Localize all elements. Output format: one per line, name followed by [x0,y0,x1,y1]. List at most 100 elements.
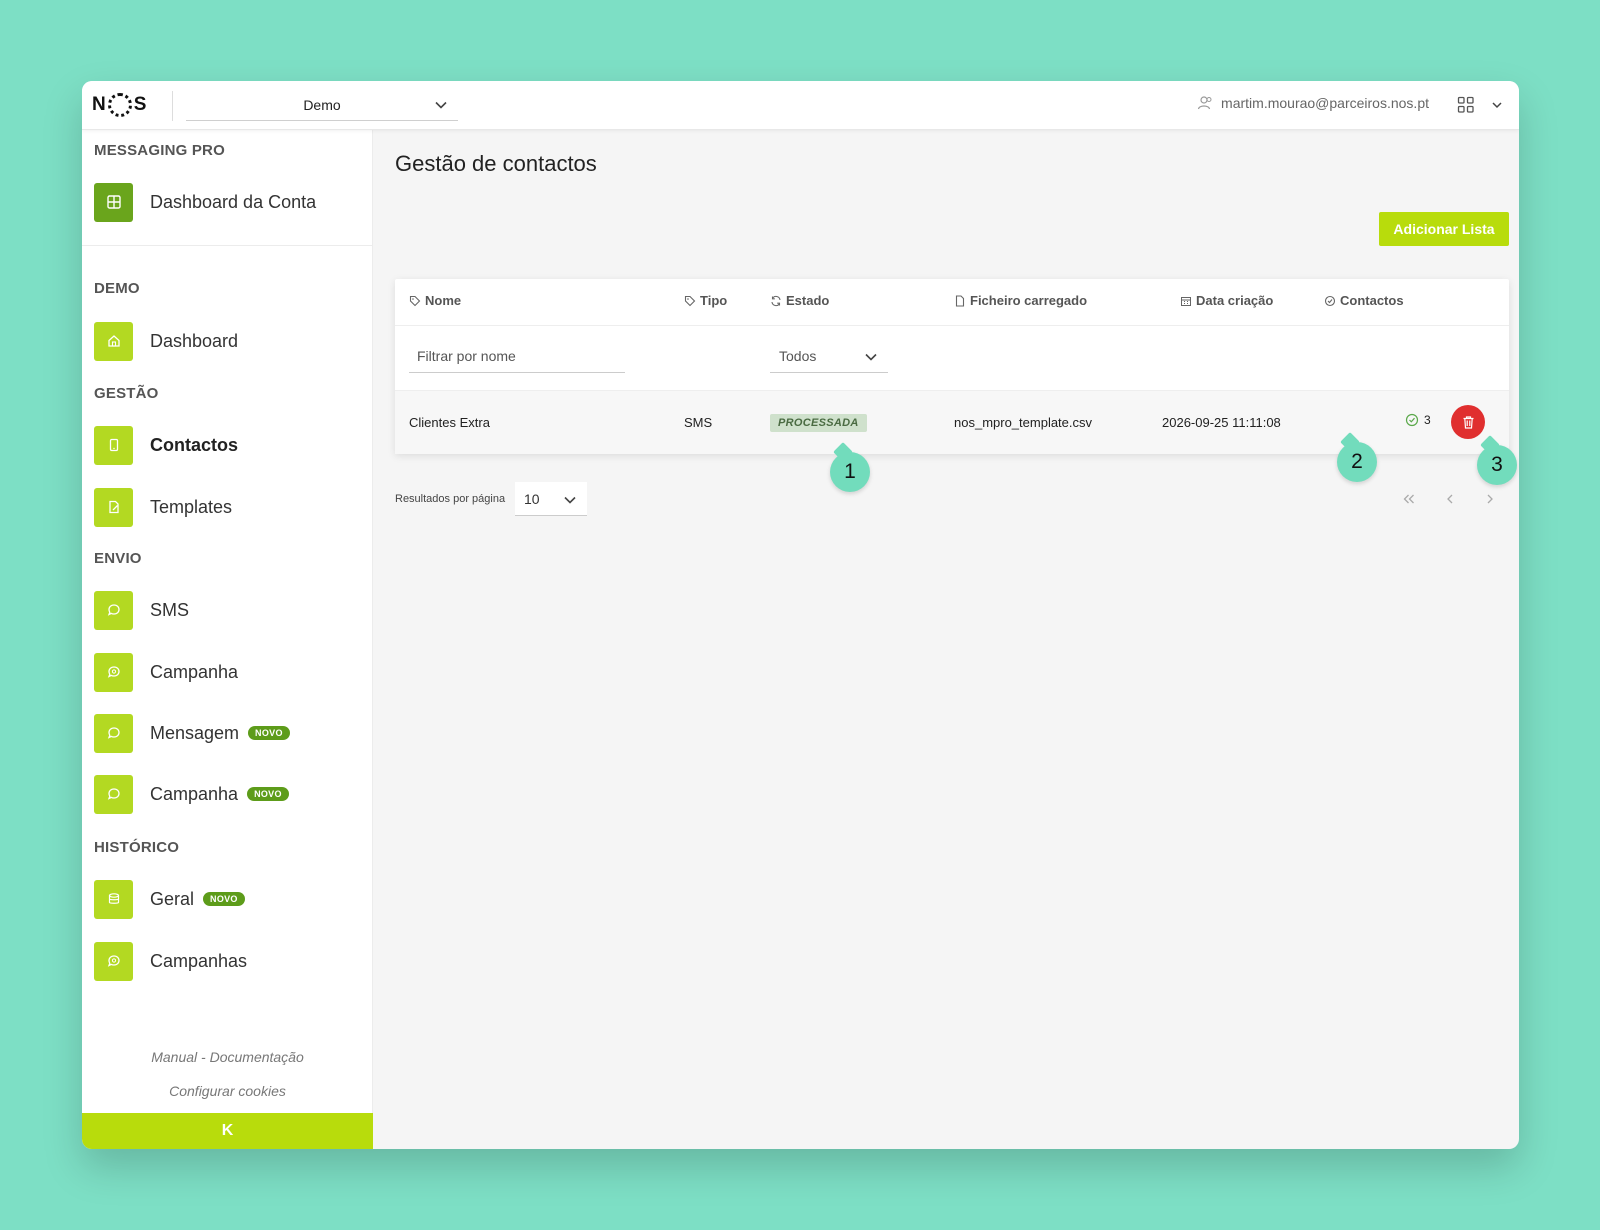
top-bar: N S Demo martim.mourao@parceiros.nos.pt [82,81,1519,130]
column-header-ficheiro[interactable]: Ficheiro carregado [954,293,1087,308]
column-header-label: Data criação [1196,293,1274,308]
column-header-nome[interactable]: Nome [409,293,461,308]
tag-icon [409,295,421,306]
previous-page-button[interactable] [1438,487,1462,511]
callout-marker-3: 3 [1477,445,1517,485]
file-icon [955,294,965,307]
section-messaging-pro: MESSAGING PRO [94,142,225,159]
sidebar-item-campanhas[interactable]: Campanhas [94,941,247,981]
app-window: N S Demo martim.mourao@parceiros.nos.pt … [82,81,1519,1149]
sidebar-item-label: Dashboard da Conta [150,191,317,212]
row-name: Clientes Extra [409,415,490,430]
first-page-button[interactable] [1397,487,1421,511]
row-date: 2026-09-25 11:11:08 [1162,415,1281,430]
sidebar-divider [82,245,372,246]
callout-marker-1: 1 [830,452,870,492]
state-filter-value: Todos [779,347,817,364]
phone-icon [94,425,133,465]
user-menu-chevron-icon[interactable] [1491,99,1503,111]
manual-link[interactable]: Manual - Documentação [82,1049,373,1065]
refresh-icon [771,295,781,306]
trash-icon [1463,415,1473,429]
sidebar-item-label: Campanha [150,661,239,682]
chat-search-icon [94,941,133,981]
chat-bubble-icon [94,590,133,630]
double-chevron-left-icon [1403,494,1414,504]
sidebar-item-label: Dashboard [150,330,239,351]
sidebar-item-geral[interactable]: Geral NOVO [94,879,245,919]
page-title: Gestão de contactos [395,151,597,176]
chat-search-icon [94,652,133,692]
sidebar-item-label: Geral [150,888,195,909]
grid-icon [94,182,133,222]
sidebar-item-campanha[interactable]: Campanha [94,652,238,692]
edit-document-icon [94,487,133,527]
chat-bubble-icon [94,774,133,814]
sidebar-item-label: Campanha [150,783,239,804]
state-filter-select[interactable]: Todos [770,339,888,373]
row-type: SMS [684,415,713,430]
sidebar-item-dashboard[interactable]: Dashboard [94,321,238,361]
section-historico: HISTÓRICO [94,839,180,856]
collapse-icon: K [221,1122,234,1139]
column-header-estado[interactable]: Estado [770,293,829,308]
contacts-table: Nome Tipo Estado Ficheiro carregado Data… [395,279,1509,454]
home-icon [94,321,133,361]
section-demo: DEMO [94,280,140,297]
cookies-link[interactable]: Configurar cookies [82,1083,373,1099]
column-header-label: Tipo [700,293,728,308]
column-header-data[interactable]: Data criação [1180,293,1273,308]
new-badge: NOVO [248,726,290,740]
chevron-right-icon [1487,494,1493,504]
topbar-divider [172,91,173,121]
column-header-label: Ficheiro carregado [970,293,1088,308]
delete-button[interactable] [1451,405,1485,439]
sidebar-item-sms[interactable]: SMS [94,590,189,630]
column-header-label: Contactos [1340,293,1404,308]
chat-bubble-icon [94,713,133,753]
user-email: martim.mourao@parceiros.nos.pt [1221,95,1429,111]
logo-sun-icon [107,93,132,117]
account-select[interactable]: Demo [186,89,458,121]
sidebar: MESSAGING PRO Dashboard da Conta DEMO Da… [82,130,373,1149]
nos-logo[interactable]: N S [92,91,146,119]
column-header-tipo[interactable]: Tipo [684,293,727,308]
add-list-button[interactable]: Adicionar Lista [1379,212,1509,246]
next-page-button[interactable] [1478,487,1502,511]
new-badge: NOVO [247,787,289,801]
header-divider [395,325,1509,326]
user-menu[interactable]: martim.mourao@parceiros.nos.pt [1197,95,1429,111]
database-icon [94,879,133,919]
sidebar-item-templates[interactable]: Templates [94,487,232,527]
name-filter-input[interactable] [409,339,625,373]
sidebar-item-account-dashboard[interactable]: Dashboard da Conta [94,182,316,222]
sidebar-item-label: Contactos [150,434,239,455]
sidebar-item-label: SMS [150,599,190,620]
row-contacts: 3 [1405,413,1431,427]
column-header-contactos[interactable]: Contactos [1324,293,1404,308]
results-per-page-value: 10 [524,490,540,507]
sidebar-item-label: Templates [150,496,233,517]
results-per-page-select[interactable]: 10 [515,482,587,516]
sidebar-item-contactos[interactable]: Contactos [94,425,238,465]
column-header-label: Estado [786,293,830,308]
sidebar-item-label: Campanhas [150,950,248,971]
check-circle-icon [1405,413,1419,427]
tag-icon [684,295,696,306]
column-header-label: Nome [425,293,462,308]
sidebar-item-campanha-novo[interactable]: Campanha NOVO [94,774,289,814]
calendar-icon [1181,296,1191,306]
apps-grid-icon[interactable] [1457,96,1475,114]
sidebar-item-mensagem[interactable]: Mensagem NOVO [94,713,290,753]
sidebar-item-label: Mensagem [150,722,240,743]
chevron-down-icon [865,353,877,361]
logo-letter-s: S [133,94,147,115]
callout-marker-2: 2 [1337,442,1377,482]
chevron-left-icon [1447,494,1453,504]
status-badge: PROCESSADA [770,414,867,432]
sidebar-collapse-button[interactable]: K [82,1113,373,1149]
check-circle-icon [1324,295,1336,306]
row-file: nos_mpro_template.csv [954,415,1093,430]
account-select-value: Demo [303,96,341,113]
section-gestao: GESTÃO [94,385,159,402]
